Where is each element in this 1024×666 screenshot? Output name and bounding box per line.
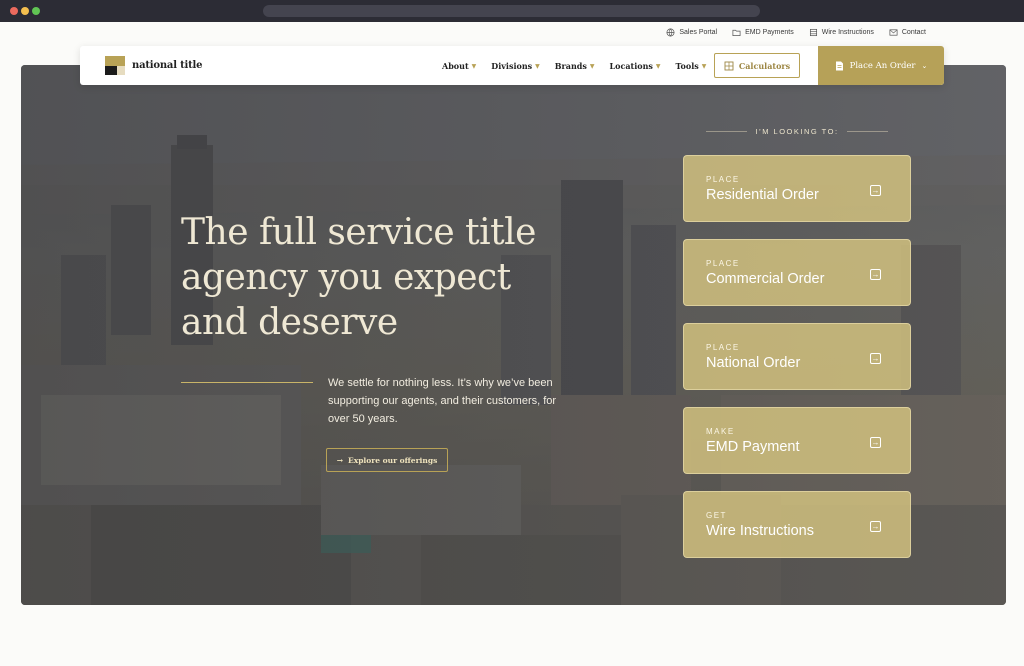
menu-item-about[interactable]: About ▼ <box>442 61 476 71</box>
arrow-box-icon: → <box>870 437 881 448</box>
explore-offerings-label: Explore our offerings <box>348 455 438 465</box>
card-kicker: PLACE <box>706 175 740 184</box>
looking-to-heading: I’M LOOKING TO: <box>706 127 889 136</box>
action-card-residential-order[interactable]: PLACE Residential Order → <box>683 155 911 222</box>
minimize-window-icon[interactable] <box>21 7 29 15</box>
utility-link-label: Contact <box>901 29 926 36</box>
utility-nav: Sales Portal EMD Payments Wire Instructi… <box>666 28 926 37</box>
hero-lead-text: We settle for nothing less. It’s why we’… <box>328 377 557 425</box>
close-window-icon[interactable] <box>10 7 18 15</box>
building-icon <box>809 28 817 37</box>
primary-menu: About ▼ Divisions ▼ Brands ▼ Locations ▼ Too… <box>442 61 706 71</box>
chevron-down-icon: ⌄ <box>921 61 928 70</box>
divider-line <box>846 131 889 132</box>
arrow-right-icon: → <box>336 455 343 465</box>
chevron-down-icon: ▼ <box>535 62 540 70</box>
menu-item-brands[interactable]: Brands ▼ <box>555 61 595 71</box>
folder-icon <box>732 29 741 37</box>
menu-item-label: Brands <box>554 61 587 71</box>
arrow-box-icon: → <box>870 353 881 364</box>
main-navbar: national title About ▼ Divisions ▼ Brands ▼… <box>80 46 944 85</box>
brand-logo[interactable]: national title <box>105 56 202 75</box>
mail-icon <box>889 29 898 36</box>
menu-item-locations[interactable]: Locations ▼ <box>609 61 660 71</box>
card-title: EMD Payment <box>706 439 800 455</box>
logo-mark-icon <box>105 56 125 75</box>
action-card-commercial-order[interactable]: PLACE Commercial Order → <box>683 239 911 306</box>
menu-item-label: Tools <box>675 61 699 71</box>
hero-section: The full service title agency you expect… <box>21 65 1006 605</box>
divider-line <box>181 382 313 383</box>
arrow-box-icon: → <box>870 185 881 196</box>
chevron-down-icon: ▼ <box>655 62 661 70</box>
utility-link-sales-portal[interactable]: Sales Portal <box>666 28 717 37</box>
calculators-button[interactable]: Calculators <box>714 53 800 78</box>
utility-link-label: Sales Portal <box>679 29 718 36</box>
explore-offerings-button[interactable]: → Explore our offerings <box>326 448 448 472</box>
calculators-label: Calculators <box>738 60 791 71</box>
arrow-box-icon: → <box>870 269 881 280</box>
place-order-label: Place An Order <box>849 60 916 71</box>
address-bar[interactable] <box>263 5 760 17</box>
card-title: Wire Instructions <box>706 523 814 539</box>
chevron-down-icon: ▼ <box>701 62 707 70</box>
menu-item-label: About <box>442 61 469 71</box>
menu-item-tools[interactable]: Tools ▼ <box>676 61 707 71</box>
calculator-icon <box>724 61 734 70</box>
chevron-down-icon: ▼ <box>589 62 595 70</box>
arrow-box-icon: → <box>870 521 881 532</box>
page: Sales Portal EMD Payments Wire Instructi… <box>0 22 1024 666</box>
card-kicker: MAKE <box>706 427 735 436</box>
brand-name: national title <box>132 60 203 71</box>
divider-line <box>706 131 748 132</box>
utility-link-emd-payments[interactable]: EMD Payments <box>732 28 794 37</box>
document-icon <box>835 61 843 70</box>
action-card-emd-payment[interactable]: MAKE EMD Payment → <box>683 407 911 474</box>
place-order-button[interactable]: Place An Order ⌄ <box>818 46 944 85</box>
action-card-national-order[interactable]: PLACE National Order → <box>683 323 911 390</box>
card-title: Residential Order <box>706 187 819 203</box>
utility-link-wire-instructions[interactable]: Wire Instructions <box>809 28 874 37</box>
menu-item-divisions[interactable]: Divisions ▼ <box>491 61 540 71</box>
chevron-down-icon: ▼ <box>471 62 477 70</box>
card-kicker: PLACE <box>706 259 740 268</box>
card-title: National Order <box>706 355 801 371</box>
card-kicker: PLACE <box>706 343 740 352</box>
card-title: Commercial Order <box>706 271 825 287</box>
utility-link-contact[interactable]: Contact <box>889 28 926 37</box>
looking-to-label: I’M LOOKING TO: <box>755 127 839 136</box>
card-kicker: GET <box>706 511 727 520</box>
menu-item-label: Locations <box>609 61 653 71</box>
action-card-wire-instructions[interactable]: GET Wire Instructions → <box>683 491 911 558</box>
utility-link-label: Wire Instructions <box>821 29 874 36</box>
browser-chrome <box>0 0 1024 22</box>
menu-item-label: Divisions <box>491 61 533 71</box>
globe-icon <box>666 28 675 37</box>
maximize-window-icon[interactable] <box>32 7 40 15</box>
hero-headline: The full service title agency you expect… <box>181 212 536 343</box>
utility-link-label: EMD Payments <box>745 29 794 36</box>
